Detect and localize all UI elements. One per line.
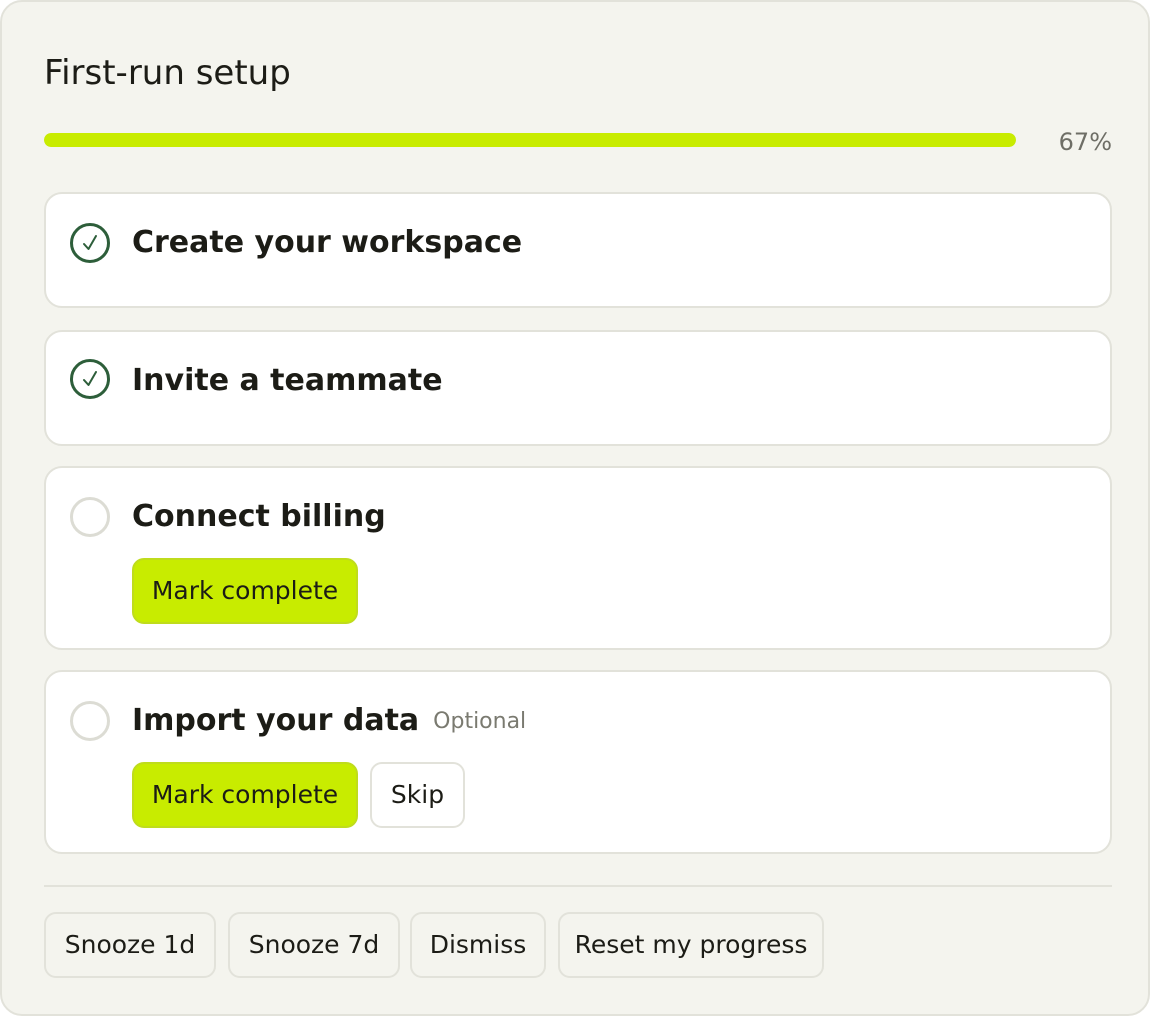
dismiss-button[interactable]: Dismiss <box>410 912 546 978</box>
reset-progress-button[interactable]: Reset my progress <box>558 912 824 978</box>
step-title-row: Import your data Optional <box>132 701 526 742</box>
divider <box>44 885 1112 887</box>
step-title: Create your workspace <box>132 225 523 260</box>
mark-complete-button[interactable]: Mark complete <box>132 762 358 828</box>
snooze-1d-button[interactable]: Snooze 1d <box>44 912 216 978</box>
step-import-data: Import your data Optional Mark complete S… <box>44 670 1112 854</box>
optional-badge: Optional <box>433 709 527 734</box>
step-invite-teammate: Invite a teammate <box>44 330 1112 446</box>
progress-bar <box>44 133 1016 147</box>
setup-checklist-panel: First-run setup 67% Create your workspac… <box>0 0 1150 1016</box>
check-circle-icon[interactable] <box>70 223 110 263</box>
step-create-workspace: Create your workspace <box>44 192 1112 308</box>
page-title: First-run setup <box>44 53 291 93</box>
step-title: Connect billing <box>132 499 386 534</box>
check-circle-icon[interactable] <box>70 359 110 399</box>
progress-bar-fill <box>44 133 1016 147</box>
snooze-7d-button[interactable]: Snooze 7d <box>228 912 400 978</box>
empty-circle-icon[interactable] <box>70 497 110 537</box>
empty-circle-icon[interactable] <box>70 701 110 741</box>
mark-complete-button[interactable]: Mark complete <box>132 558 358 624</box>
step-connect-billing: Connect billing Mark complete <box>44 466 1112 650</box>
step-title: Import your data <box>132 703 420 738</box>
step-title: Invite a teammate <box>132 363 443 398</box>
skip-button[interactable]: Skip <box>370 762 465 828</box>
progress-percent: 67% <box>1058 128 1112 156</box>
